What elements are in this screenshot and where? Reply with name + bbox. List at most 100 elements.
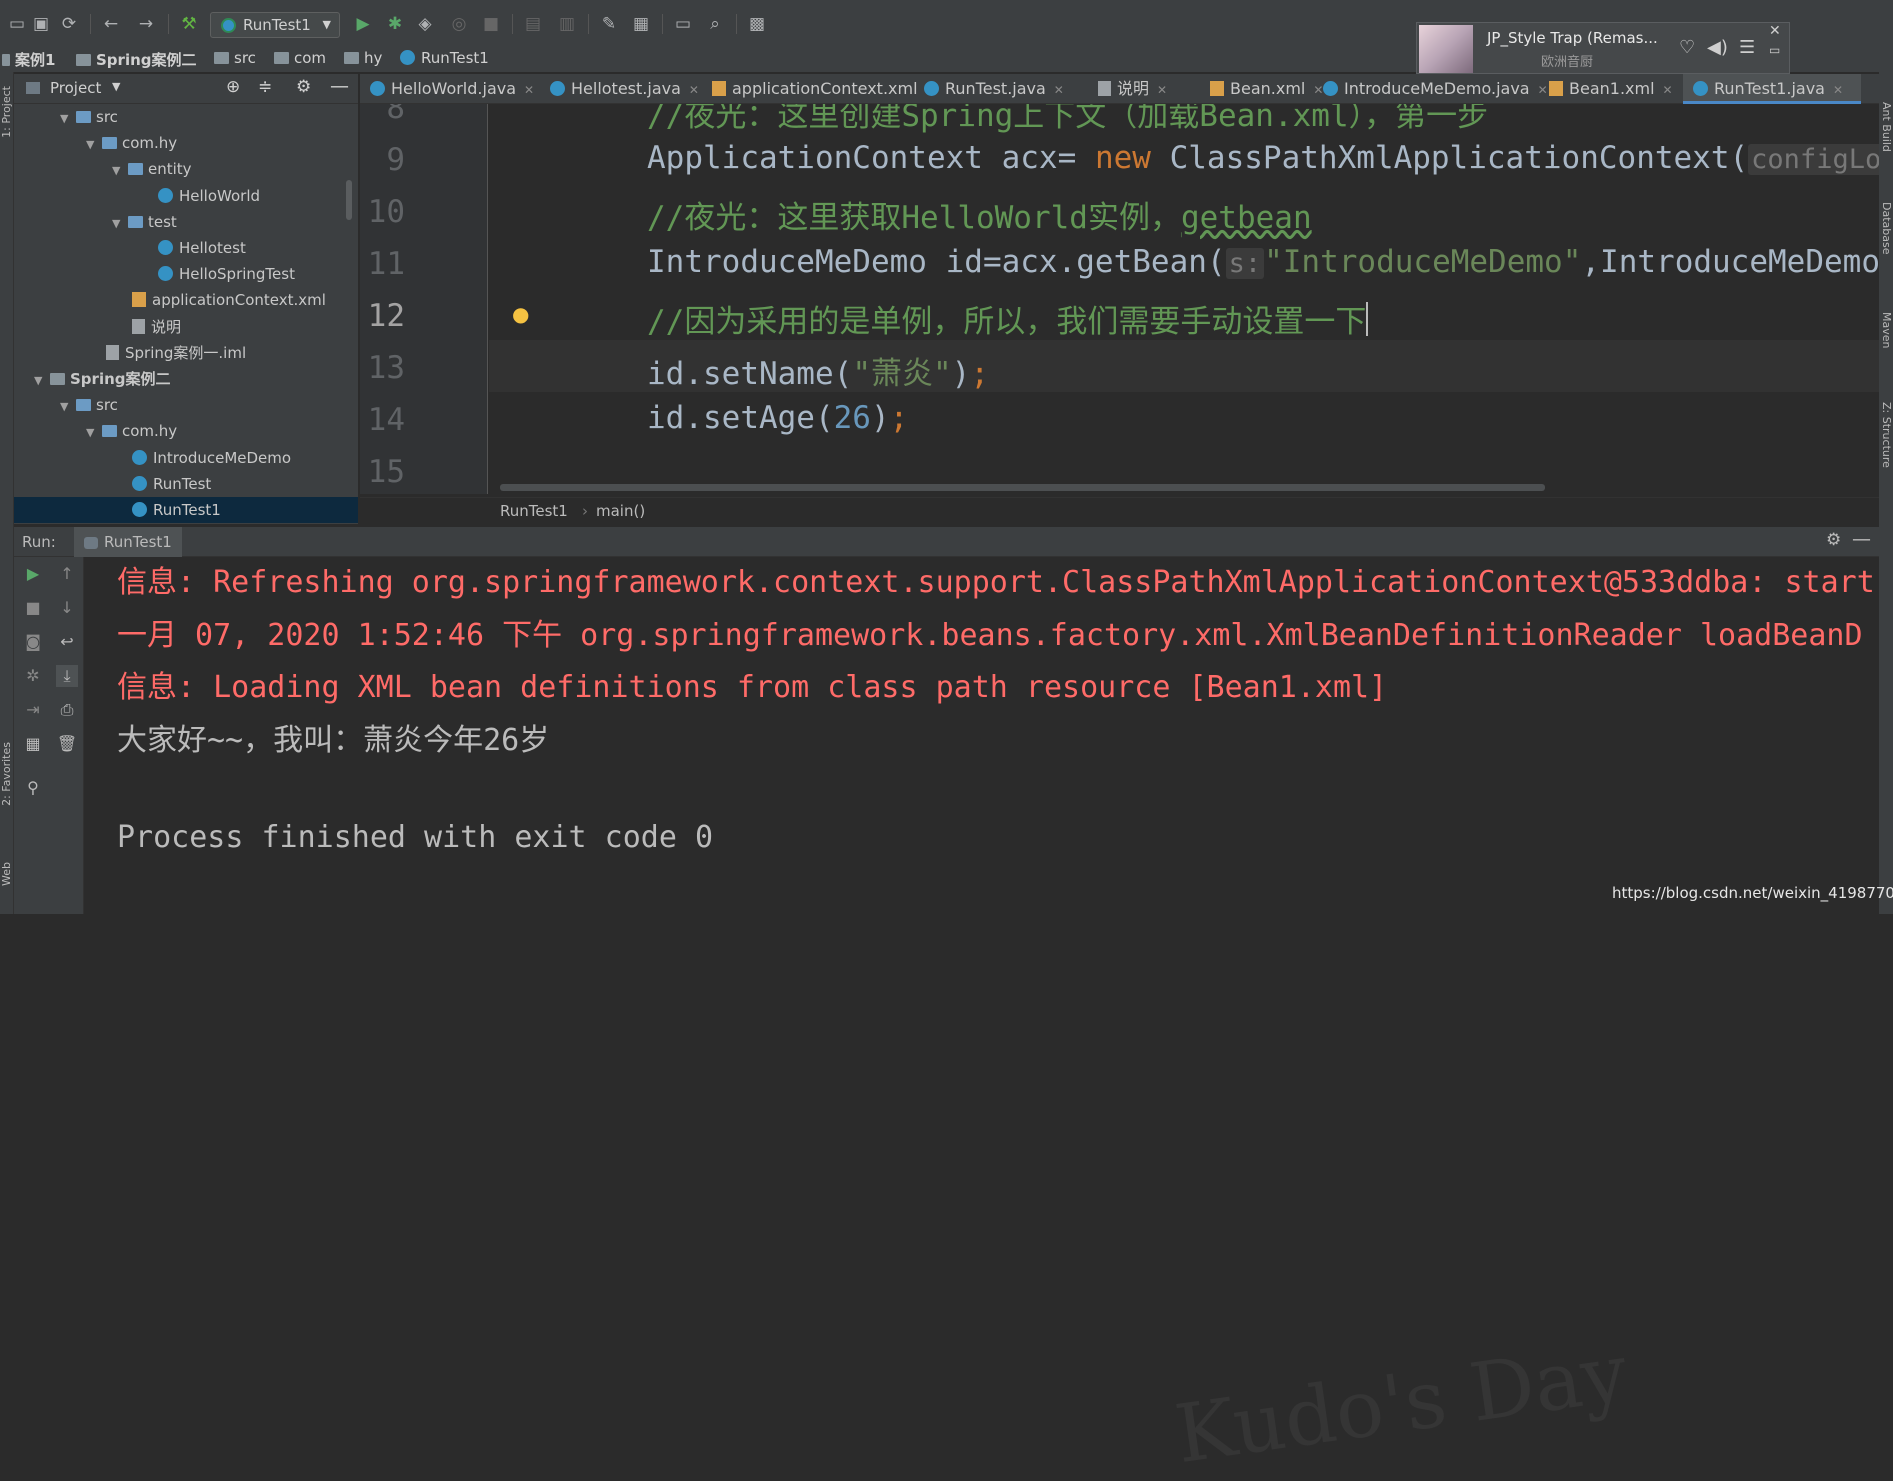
expand-arrow-icon[interactable]: ▼ [34,368,50,394]
tree-item[interactable]: ▼ Spring案例二 [14,366,358,392]
camera-icon[interactable]: ◙ [22,631,44,653]
layout-icon[interactable]: ▦ [22,733,44,755]
hide-icon[interactable]: — [330,75,349,97]
breadcrumb-item[interactable]: src [214,49,256,67]
structure-tab[interactable]: Z: Structure [1880,402,1893,468]
editor-tab[interactable]: applicationContext.xml✕ [702,74,936,104]
terminal-icon[interactable]: ▭ [672,13,694,35]
gear-icon[interactable]: ⚙ [1826,530,1841,550]
coverage-icon[interactable]: ◈ [414,13,436,35]
search-icon[interactable]: ⌕ [704,13,726,35]
close-icon[interactable]: ✕ [524,83,534,97]
maven-tab[interactable]: Maven [1880,312,1893,348]
expand-arrow-icon[interactable]: ▼ [60,106,76,132]
expand-arrow-icon[interactable]: ▼ [112,211,128,237]
chevron-down-icon[interactable]: ▼ [112,80,120,93]
web-tool-tab[interactable]: Web [0,862,13,886]
tree-item[interactable]: ▼ src [14,104,358,130]
expand-arrow-icon[interactable]: ▼ [86,420,102,446]
pin-icon[interactable]: ⚲ [22,777,44,799]
close-icon[interactable]: ✕ [1833,83,1843,97]
trash-icon[interactable]: 🗑 [56,733,78,755]
editor-tab[interactable]: Bean.xml ✕ [1200,74,1323,104]
volume-icon[interactable]: ◀) [1707,37,1728,58]
tree-item[interactable]: applicationContext.xml [14,287,358,313]
breadcrumb-item[interactable]: RunTest1 [400,49,489,67]
project-view-select[interactable]: Project [50,79,101,97]
scroll-to-end-icon[interactable]: ⤓ [56,665,78,687]
editor-crumb-class[interactable]: RunTest1 [500,502,568,520]
vcs-icon[interactable]: ▤ [522,13,544,35]
breadcrumb-item[interactable]: com [274,49,326,67]
presentation-icon[interactable]: ▩ [746,13,768,35]
breadcrumb-item[interactable]: 案例1 [2,49,55,70]
project-tool-tab[interactable]: 1: Project [0,86,13,138]
editor-tab[interactable]: RunTest1.java ✕ [1683,74,1861,104]
save-icon[interactable]: ▣ [30,13,52,35]
scroll-up-icon[interactable]: ↑ [56,563,78,585]
code-editor[interactable]: 8 9 10 11 12 13 14 15 ● //夜光：这里创建Spring上下文（加载Be… [360,104,1879,524]
debug-icon[interactable]: ✱ [384,13,406,35]
settings-icon[interactable]: ✲ [22,665,44,687]
heart-icon[interactable]: ♡ [1679,37,1695,58]
locate-icon[interactable]: ⊕ [226,77,240,97]
collapse-all-icon[interactable]: ≑ [258,77,272,97]
editor-tab[interactable]: HelloWorld.java ✕ [360,74,538,104]
editor-tab[interactable]: IntroduceMeDemo.java ✕ [1313,74,1548,104]
back-icon[interactable]: ← [100,13,122,35]
lightbulb-icon[interactable]: ● [512,302,529,326]
restore-icon[interactable]: ▭ [1769,43,1780,57]
playlist-icon[interactable]: ☰ [1739,37,1755,58]
close-icon[interactable]: ✕ [1157,83,1167,97]
sync-icon[interactable]: ⟳ [58,13,80,35]
close-icon[interactable]: ✕ [1769,23,1781,39]
soft-wrap-icon[interactable]: ↩ [56,631,78,653]
tree-scrollbar[interactable] [346,180,352,220]
horizontal-scrollbar[interactable] [500,484,1545,491]
profile-icon[interactable]: ◎ [448,13,470,35]
open-folder-icon[interactable]: ▭ [6,13,28,35]
breadcrumb-item[interactable]: Spring案例二 [76,49,197,70]
tree-item[interactable]: HelloWorld [14,183,358,209]
tree-item[interactable]: IntroduceMeDemo [14,445,358,471]
settings-wrench-icon[interactable]: ✎ [598,13,620,35]
close-icon[interactable]: ✕ [689,83,699,97]
expand-arrow-icon[interactable]: ▼ [112,158,128,184]
expand-arrow-icon[interactable]: ▼ [86,132,102,158]
editor-tab[interactable]: Bean1.xml ✕ [1539,74,1681,104]
favorites-tool-tab[interactable]: 2: Favorites [0,742,13,806]
hide-icon[interactable]: — [1852,528,1871,550]
close-icon[interactable]: ✕ [1663,83,1673,97]
tree-item[interactable]: RunTest [14,471,358,497]
scroll-down-icon[interactable]: ↓ [56,597,78,619]
close-icon[interactable]: ✕ [1054,83,1064,97]
gear-icon[interactable]: ⚙ [296,77,311,97]
database-tab[interactable]: Database [1880,202,1893,255]
expand-arrow-icon[interactable]: ▼ [60,394,76,420]
tree-item[interactable]: ▼ src [14,392,358,418]
editor-tab[interactable]: Hellotest.java ✕ [540,74,700,104]
music-player-overlay[interactable]: JP_Style Trap (Remas... 欧洲音厨 ♡ ◀) ☰ ✕ ▭ [1416,22,1790,74]
tree-item[interactable]: ▼ com.hy [14,418,358,444]
run-configuration-select[interactable]: RunTest1 ▼ [210,12,340,38]
tree-item[interactable]: HelloSpringTest [14,261,358,287]
forward-icon[interactable]: → [135,13,157,35]
breadcrumb-item[interactable]: hy [344,49,382,67]
ant-build-tab[interactable]: Ant Build [1880,102,1893,152]
editor-tab[interactable]: RunTest.java ✕ [914,74,1086,104]
tree-item[interactable]: Spring案例一.iml [14,340,358,366]
tree-item[interactable]: Hellotest [14,235,358,261]
tree-item[interactable]: ▼ com.hy [14,130,358,156]
tree-item[interactable]: 说明 [14,314,358,340]
vcs-push-icon[interactable]: ▥ [556,13,578,35]
run-tab[interactable]: RunTest1 [74,527,182,557]
rerun-icon[interactable]: ▶ [22,563,44,585]
tree-item[interactable]: ▼ test [14,209,358,235]
editor-crumb-method[interactable]: main() [596,502,645,520]
build-hammer-icon[interactable]: ⚒ [178,13,200,35]
project-structure-icon[interactable]: ▦ [630,13,652,35]
run-icon[interactable]: ▶ [352,13,374,35]
tree-item[interactable]: RunTest1 [14,497,358,523]
stop-icon[interactable]: ■ [22,597,44,619]
exit-icon[interactable]: ⇥ [22,699,44,721]
